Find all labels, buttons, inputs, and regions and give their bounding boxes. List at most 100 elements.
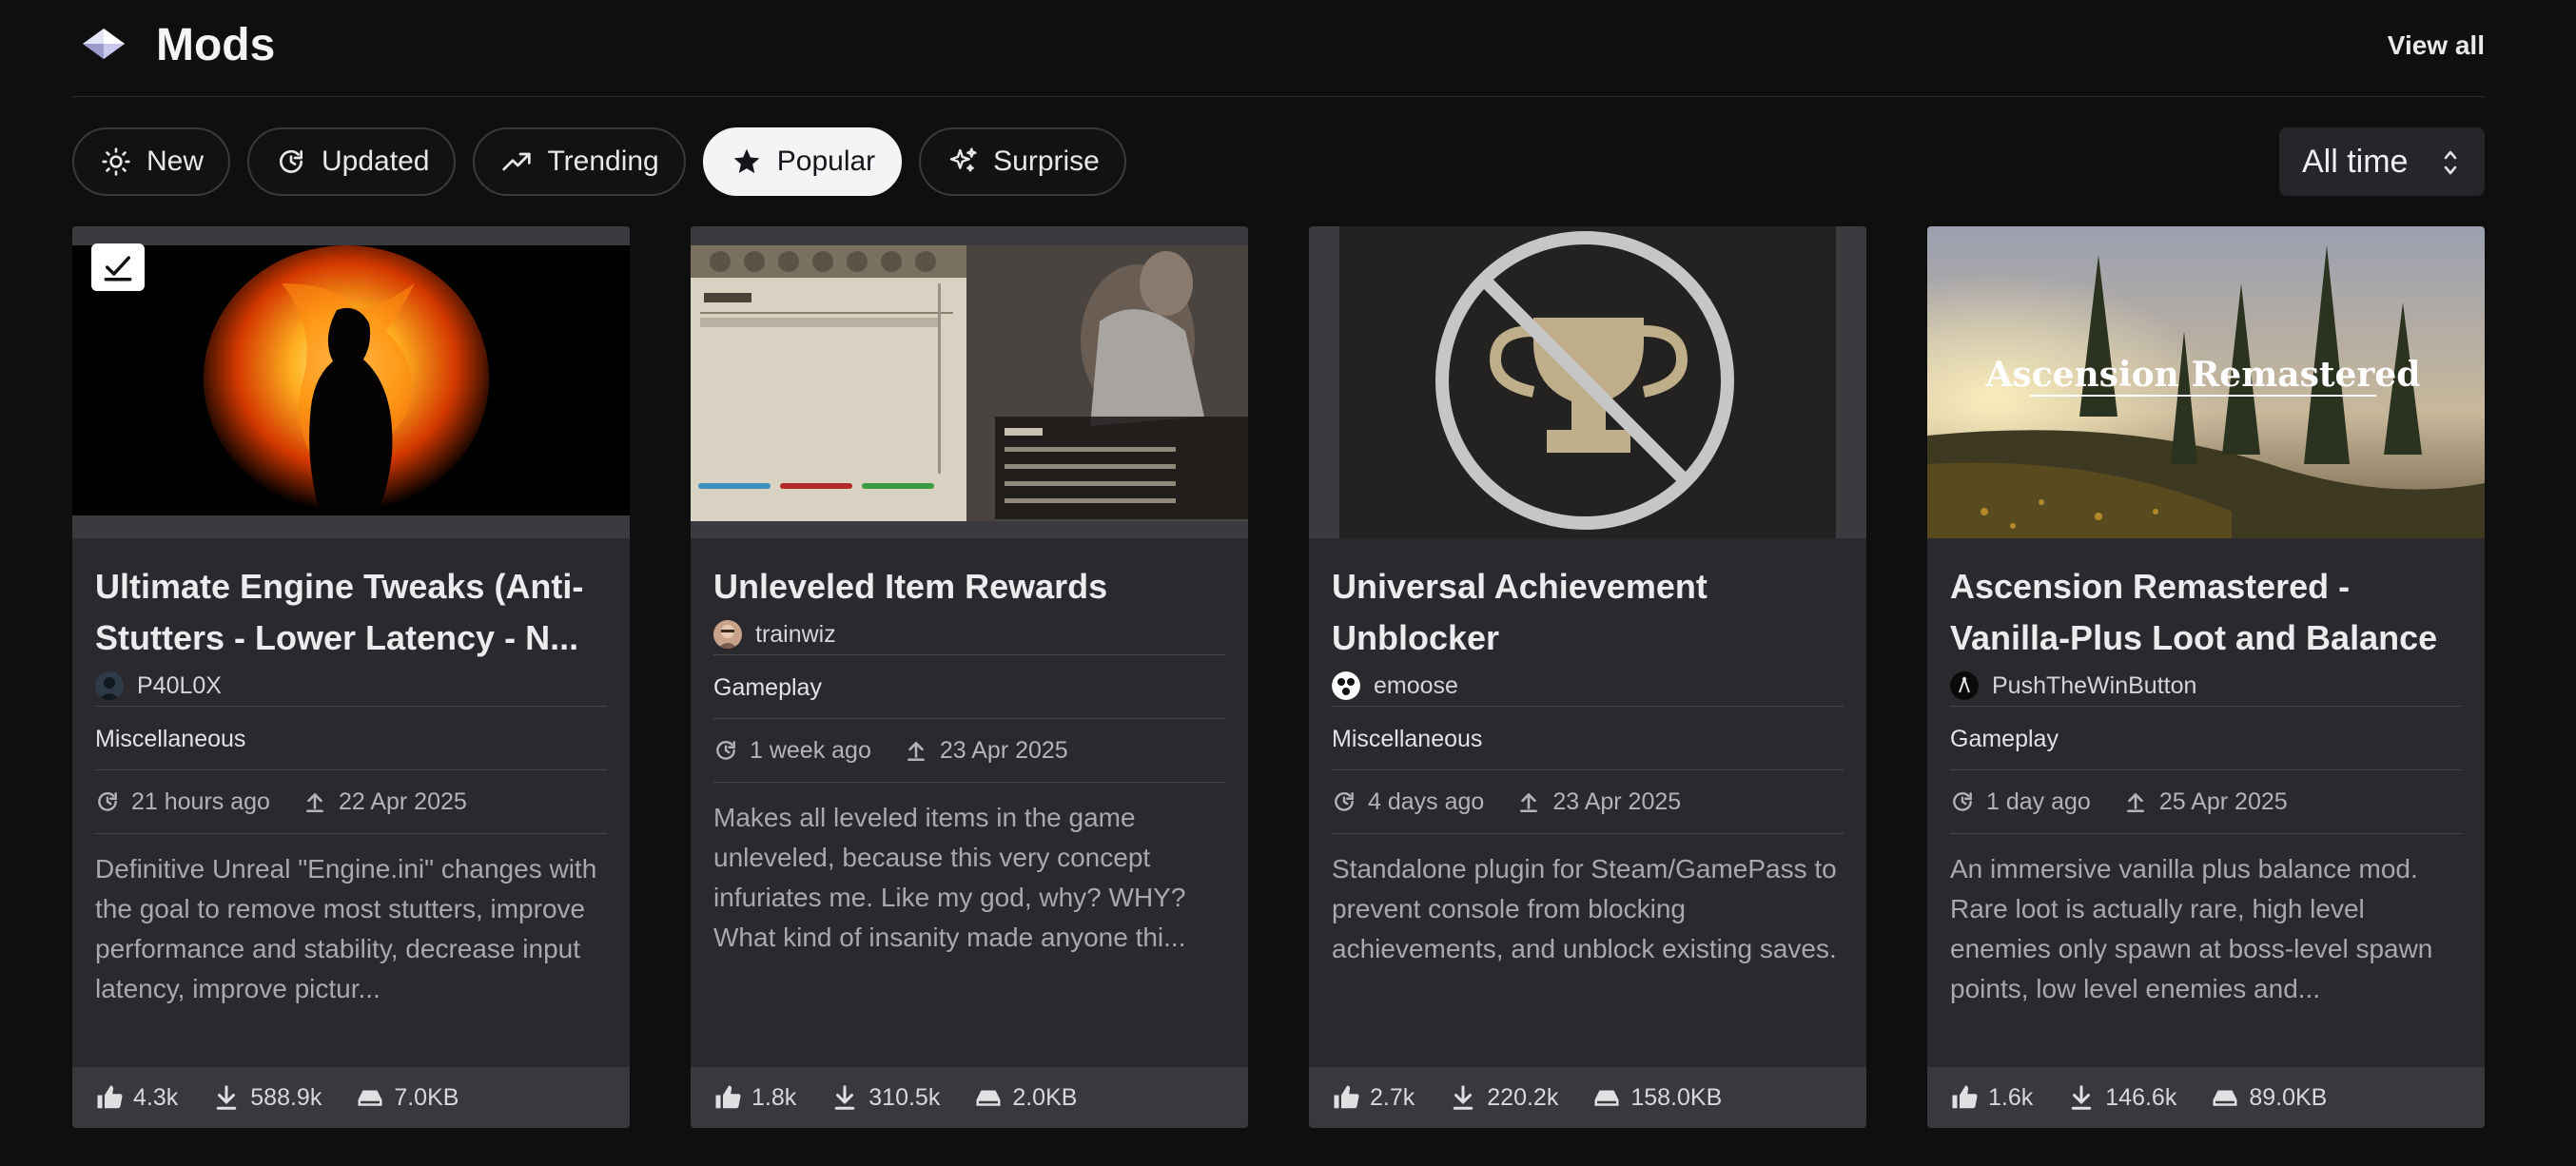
file-size: 89.0KB — [2249, 1083, 2328, 1111]
likes-stat: 2.7k — [1332, 1083, 1415, 1112]
upload-icon — [2126, 793, 2144, 813]
file-size: 2.0KB — [1012, 1083, 1078, 1111]
filter-trending-label: Trending — [547, 146, 659, 177]
avatar — [1332, 671, 1360, 700]
mod-thumbnail[interactable] — [72, 226, 630, 538]
mod-card[interactable]: Ultimate Engine Tweaks (Anti-Stutters - … — [72, 226, 630, 1128]
filter-popular-button[interactable]: Popular — [702, 127, 903, 196]
likes-count: 1.8k — [751, 1083, 797, 1111]
mod-description: Definitive Unreal "Engine.ini" changes w… — [95, 854, 597, 1003]
mod-author-name: trainwiz — [755, 620, 836, 648]
downloads-stat: 146.6k — [2067, 1083, 2176, 1112]
downloads-count: 146.6k — [2105, 1083, 2177, 1111]
hard-drive-icon — [2213, 1090, 2237, 1106]
mod-title[interactable]: Universal Achievement Unblocker — [1332, 561, 1844, 664]
mod-updated-time: 1 day ago — [1986, 787, 2091, 815]
filter-new-button[interactable]: New — [72, 127, 231, 196]
likes-stat: 4.3k — [95, 1083, 178, 1112]
upload-icon — [907, 742, 925, 762]
mod-stats-bar: 1.6k 146.6k 89.0KB — [1927, 1067, 2485, 1128]
mod-description: An immersive vanilla plus balance mod. R… — [1950, 854, 2433, 1003]
downloads-stat: 588.9k — [212, 1083, 322, 1112]
mod-category: Gameplay — [713, 674, 822, 701]
filter-updated-label: Updated — [322, 146, 430, 177]
trending-up-icon — [502, 152, 532, 171]
mod-stats-bar: 4.3k 588.9k 7.0KB — [72, 1067, 630, 1128]
size-stat: 89.0KB — [2211, 1083, 2327, 1112]
mod-thumbnail[interactable] — [1309, 226, 1866, 538]
filter-popular-label: Popular — [776, 146, 876, 177]
divider — [713, 782, 1225, 783]
mod-thumbnail[interactable] — [691, 226, 1248, 538]
mod-author-name: PushTheWinButton — [1992, 671, 2197, 699]
divider — [1332, 833, 1844, 834]
file-size: 7.0KB — [394, 1083, 459, 1111]
mod-updated-time: 21 hours ago — [131, 787, 270, 815]
sort-filter-bar: New Updated Trending Popular Surprise — [72, 127, 1126, 196]
filter-surprise-button[interactable]: Surprise — [919, 127, 1126, 196]
downloads-stat: 220.2k — [1449, 1083, 1558, 1112]
downloads-stat: 310.5k — [830, 1083, 940, 1112]
filter-trending-button[interactable]: Trending — [473, 127, 686, 196]
divider — [95, 833, 607, 834]
mod-dates: 4 days ago 23 Apr 2025 — [1332, 770, 1844, 833]
thumbs-up-icon — [97, 1085, 123, 1109]
diamond-logo-icon — [83, 29, 125, 59]
thumbnail-title-text: Ascension Remastered — [1985, 355, 2421, 395]
download-icon — [1454, 1085, 1473, 1110]
refresh-icon — [280, 149, 303, 173]
refresh-icon — [98, 792, 117, 811]
time-period-value: All time — [2302, 143, 2409, 180]
avatar — [95, 671, 124, 700]
mod-card[interactable]: Unleveled Item Rewards trainwiz Gameplay… — [691, 226, 1248, 1128]
divider — [1950, 833, 2462, 834]
thumbs-up-icon — [1334, 1085, 1359, 1109]
hard-drive-icon — [1594, 1090, 1619, 1106]
mod-stats-bar: 1.8k 310.5k 2.0KB — [691, 1067, 1248, 1128]
mod-updated-time: 1 week ago — [750, 736, 871, 764]
thumbs-up-icon — [1952, 1085, 1978, 1109]
mod-author-name: emoose — [1374, 671, 1458, 699]
download-icon — [2072, 1085, 2092, 1110]
no-trophy-thumbnail-image — [1309, 226, 1866, 538]
downloads-count: 310.5k — [868, 1083, 941, 1111]
mod-dates: 1 day ago 25 Apr 2025 — [1950, 770, 2462, 833]
downloads-count: 220.2k — [1487, 1083, 1559, 1111]
check-icon[interactable] — [91, 243, 145, 291]
mod-author[interactable]: trainwiz — [713, 614, 1225, 654]
filter-updated-button[interactable]: Updated — [247, 127, 457, 196]
downloads-count: 588.9k — [250, 1083, 322, 1111]
thumbs-up-icon — [715, 1085, 741, 1109]
inventory-screenshot-thumbnail-image — [691, 226, 1248, 538]
sun-icon — [102, 147, 130, 176]
mod-author[interactable]: emoose — [1332, 666, 1844, 706]
mod-title[interactable]: Ascension Remastered - Vanilla-Plus Loot… — [1950, 561, 2462, 664]
mod-card[interactable]: Ascension Remastered Ascension Remastere… — [1927, 226, 2485, 1128]
mod-author-name: P40L0X — [137, 671, 222, 699]
size-stat: 158.0KB — [1592, 1083, 1722, 1112]
mod-dates: 1 week ago 23 Apr 2025 — [713, 719, 1225, 782]
download-icon — [217, 1085, 237, 1110]
mod-upload-date: 23 Apr 2025 — [1552, 787, 1682, 815]
mod-stats-bar: 2.7k 220.2k 158.0KB — [1309, 1067, 1866, 1128]
time-period-select[interactable]: All time — [2279, 127, 2485, 196]
fire-figure-thumbnail-image — [72, 226, 630, 538]
likes-stat: 1.8k — [713, 1083, 796, 1112]
section-header: Mods View all — [72, 0, 2485, 97]
page-title: Mods — [156, 20, 276, 70]
mod-upload-date: 23 Apr 2025 — [939, 736, 1068, 764]
mod-author[interactable]: PushTheWinButton — [1950, 666, 2462, 706]
hard-drive-icon — [976, 1090, 1001, 1106]
mod-title[interactable]: Ultimate Engine Tweaks (Anti-Stutters - … — [95, 561, 607, 664]
mod-category: Miscellaneous — [95, 726, 246, 752]
mod-card[interactable]: Universal Achievement Unblocker emoose M… — [1309, 226, 1866, 1128]
mod-dates: 21 hours ago 22 Apr 2025 — [95, 770, 607, 833]
refresh-icon — [1335, 792, 1354, 811]
mod-thumbnail[interactable]: Ascension Remastered — [1927, 226, 2485, 538]
file-size: 158.0KB — [1630, 1083, 1723, 1111]
mod-title[interactable]: Unleveled Item Rewards — [713, 561, 1225, 612]
mod-author[interactable]: P40L0X — [95, 666, 607, 706]
mod-upload-date: 22 Apr 2025 — [338, 787, 467, 815]
view-all-link[interactable]: View all — [2388, 29, 2485, 63]
avatar — [1950, 671, 1979, 700]
